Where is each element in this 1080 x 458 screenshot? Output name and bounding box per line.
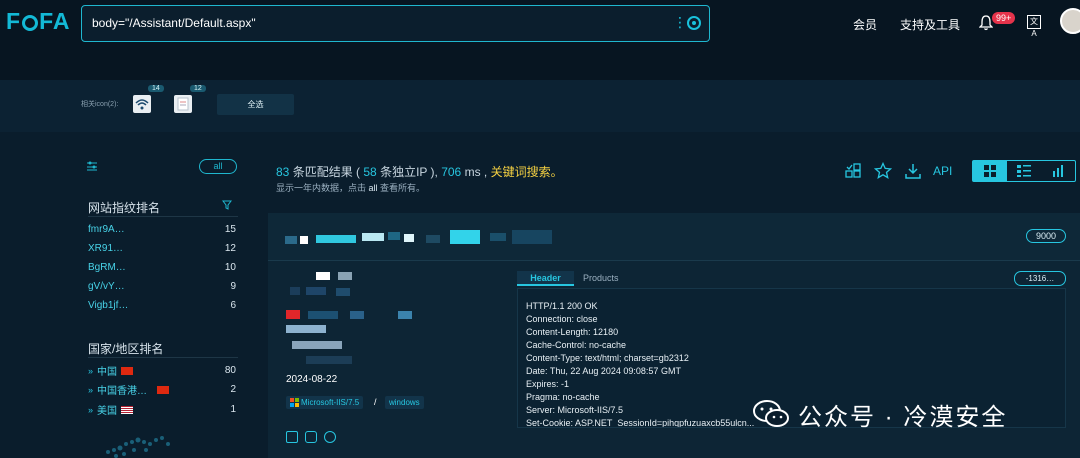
redacted-host	[316, 235, 356, 243]
country-ranking-title: 国家/地区排名	[88, 342, 164, 356]
icon-count: 14	[148, 85, 164, 92]
wechat-watermark: 公众号 · 冷漠安全	[752, 396, 1007, 432]
world-map-icon	[106, 436, 170, 458]
header-line: Content-Length: 12180	[526, 327, 619, 337]
code-icon[interactable]	[286, 431, 298, 443]
translate-icon[interactable]: 文A	[1027, 15, 1041, 38]
divider	[88, 357, 238, 358]
port-badge[interactable]: 9000	[1026, 229, 1066, 243]
redacted-host	[285, 236, 297, 244]
redacted-info	[336, 288, 350, 296]
fingerprint-item[interactable]: XR91… 12	[88, 243, 236, 254]
more-vertical-icon[interactable]: ⋮	[673, 14, 687, 32]
search-box[interactable]: body="/Assistant/Default.aspx" ⋮	[81, 5, 710, 42]
redacted-host	[450, 230, 480, 244]
redacted-info	[338, 272, 352, 280]
redacted-info	[308, 311, 338, 319]
redacted-info	[316, 272, 330, 280]
nav-membership[interactable]: 会员	[853, 16, 877, 33]
document-icon[interactable]	[174, 95, 192, 113]
list-view-icon[interactable]	[1007, 161, 1041, 181]
keyword-search-link[interactable]: 关键词搜索。	[491, 165, 563, 179]
avatar[interactable]	[1060, 8, 1080, 34]
chevron-right-icon: »	[88, 384, 94, 395]
header-line: Expires: -1	[526, 379, 570, 389]
redacted-info	[286, 325, 326, 333]
icon-hash-badge[interactable]: -1316…	[1014, 271, 1066, 286]
tab-products[interactable]: Products	[583, 273, 619, 283]
search-icon[interactable]	[687, 16, 701, 30]
country-item-usa[interactable]: » 美国 1	[88, 402, 236, 417]
fingerprint-ranking-title: 网站指纹排名	[88, 201, 161, 215]
cube-icon[interactable]	[305, 431, 317, 443]
header-line: Date: Thu, 22 Aug 2024 09:08:57 GMT	[526, 366, 681, 376]
select-all-button[interactable]: 全选	[217, 94, 294, 115]
hongkong-flag-icon	[157, 385, 170, 394]
results-summary: 83 条匹配结果 ( 58 条独立IP ), 706 ms , 关键词搜索。	[276, 165, 563, 179]
header-line: Cache-Control: no-cache	[526, 340, 627, 350]
usa-flag-icon	[121, 405, 134, 414]
filter-funnel-icon[interactable]	[222, 200, 232, 210]
rules-icon[interactable]	[845, 163, 861, 179]
redacted-info	[306, 287, 326, 295]
grid-view-icon[interactable]	[973, 161, 1007, 181]
fingerprint-item[interactable]: gV/vY… 9	[88, 281, 236, 292]
divider	[88, 216, 238, 217]
fofa-logo[interactable]: F FA	[6, 8, 70, 35]
api-button[interactable]: API	[933, 164, 952, 178]
redacted-info	[350, 311, 364, 319]
tab-header[interactable]: Header	[517, 271, 574, 286]
redacted-host	[426, 235, 440, 243]
filter-sliders-icon[interactable]	[86, 160, 98, 172]
redacted-info	[286, 310, 300, 319]
redacted-info	[398, 311, 412, 319]
nav-support-tools[interactable]: 支持及工具	[900, 16, 960, 33]
redacted-info	[290, 287, 300, 295]
os-tag[interactable]: windows	[385, 396, 424, 409]
icon-count: 12	[190, 85, 206, 92]
header-line: HTTP/1.1 200 OK	[526, 301, 598, 311]
refresh-icon[interactable]	[324, 431, 336, 443]
results-note: 显示一年内数据，点击 all 查看所有。	[276, 183, 426, 193]
redacted-host	[490, 233, 506, 241]
redacted-info	[292, 341, 342, 349]
windows-logo-icon	[290, 398, 299, 407]
notification-badge: 99+	[992, 12, 1016, 24]
related-icon-label: 相关icon(2):	[81, 101, 119, 108]
chevron-right-icon: »	[88, 365, 94, 376]
download-icon[interactable]	[904, 162, 922, 180]
bell-icon[interactable]	[979, 15, 993, 31]
wifi-icon[interactable]	[133, 95, 151, 113]
chart-view-icon[interactable]	[1041, 161, 1075, 181]
tag-separator: /	[374, 397, 377, 407]
result-date: 2024-08-22	[286, 374, 338, 385]
all-filter-button[interactable]: all	[199, 159, 237, 174]
server-tag[interactable]: Microsoft-IIS/7.5	[286, 396, 364, 409]
view-toggle[interactable]	[972, 160, 1076, 182]
star-icon[interactable]	[874, 162, 892, 180]
chevron-right-icon: »	[88, 404, 94, 415]
china-flag-icon	[121, 366, 134, 375]
country-item-hongkong[interactable]: » 中国香港… 2	[88, 382, 236, 397]
fingerprint-item[interactable]: fmr9A… 15	[88, 224, 236, 235]
fingerprint-item[interactable]: BgRM… 10	[88, 262, 236, 273]
show-all-link[interactable]: all	[369, 183, 378, 193]
fingerprint-item[interactable]: Vigb1jf… 6	[88, 300, 236, 311]
search-input[interactable]: body="/Assistant/Default.aspx"	[92, 16, 256, 30]
redacted-host	[388, 232, 400, 240]
redacted-host	[512, 230, 552, 244]
header-line: Content-Type: text/html; charset=gb2312	[526, 353, 689, 363]
wechat-icon	[753, 400, 789, 427]
redacted-host	[404, 234, 414, 242]
redacted-host	[362, 233, 384, 241]
country-item-china[interactable]: » 中国 80	[88, 363, 236, 378]
header-line: Connection: close	[526, 314, 598, 324]
redacted-host	[300, 236, 308, 244]
redacted-info	[306, 356, 352, 364]
